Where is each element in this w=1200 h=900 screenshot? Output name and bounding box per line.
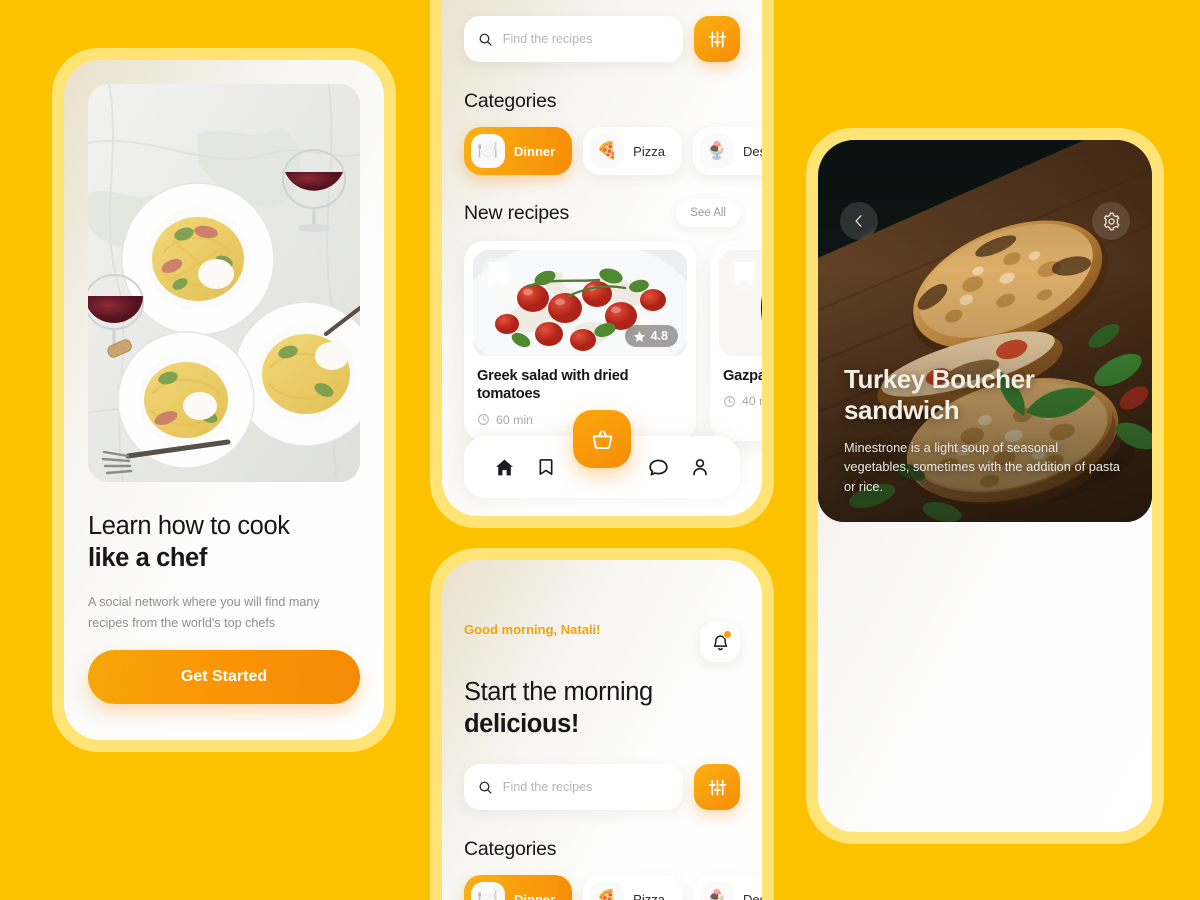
notification-badge-dot	[723, 630, 732, 639]
home-search-box[interactable]	[464, 16, 683, 62]
bookmark-icon	[734, 262, 754, 286]
recipe-time-value: 60 min	[496, 412, 533, 427]
dessert-emoji-icon: 🍨	[699, 134, 734, 168]
recipe-rating-value: 4.8	[650, 329, 668, 343]
bookmark-button[interactable]	[482, 258, 514, 290]
onboarding-subtitle: A social network where you will find man…	[88, 595, 320, 630]
sliders-filter-icon	[708, 31, 726, 47]
detail-hero: Turkey Boucher sandwich Minestrone is a …	[818, 140, 1152, 522]
onboarding-title: Learn how to cook like a chef	[88, 510, 360, 574]
category-chip-pizza[interactable]: 🍕 Pizza	[583, 875, 682, 900]
person-icon	[693, 459, 707, 476]
greeting-categories-row: 🍽️ Dinner 🍕 Pizza 🍨 Dessert	[464, 875, 762, 900]
detail-recipe-title: Turkey Boucher sandwich	[844, 364, 1035, 426]
category-label: Dinner	[514, 891, 556, 900]
fab-basket-button[interactable]	[573, 410, 631, 468]
onboarding-hero-photo	[88, 84, 360, 482]
home-see-all-button[interactable]: See All	[676, 199, 740, 227]
bookmark-button[interactable]	[728, 258, 760, 290]
recipe-detail-screen: Turkey Boucher sandwich Minestrone is a …	[818, 140, 1152, 832]
bookmark-icon	[488, 262, 508, 286]
home-screen: Categories 🍽️ Dinner 🍕 Pizza 🍨 Dessert N…	[442, 0, 762, 516]
nav-home-button[interactable]	[490, 453, 519, 482]
onboarding-title-line2: like a chef	[88, 544, 207, 573]
greeting-hello-text: Good morning, Natali!	[464, 622, 601, 637]
search-icon	[479, 781, 492, 794]
onboarding-screen: Learn how to cook like a chef A social n…	[64, 60, 384, 740]
recipe-photo	[719, 250, 762, 356]
recipe-name: Gazpacho	[723, 368, 762, 384]
onboarding-title-line1: Learn how to cook	[88, 512, 290, 540]
category-label: Dessert	[742, 891, 762, 900]
get-started-button[interactable]: Get Started	[88, 650, 360, 704]
home-icon	[496, 459, 513, 475]
category-chip-dinner[interactable]: 🍽️ Dinner	[464, 875, 573, 900]
recipe-time-value: 40 min	[742, 394, 762, 409]
clock-icon	[478, 414, 489, 426]
gear-icon	[1103, 212, 1119, 230]
greeting-search-row	[464, 764, 740, 811]
bookmark-icon	[539, 459, 553, 475]
recipe-card[interactable]: 4.8 Greek salad with dried tomatoes 60 m…	[464, 241, 696, 441]
chat-bubble-icon	[649, 459, 668, 476]
nav-saved-button[interactable]	[532, 453, 560, 481]
greeting-title-line2: delicious!	[464, 710, 580, 739]
category-chip-dessert[interactable]: 🍨 Dessert	[692, 875, 762, 900]
recipe-photo: 4.8	[473, 250, 687, 356]
home-new-recipes-header: New recipes See All	[464, 199, 740, 227]
search-icon	[479, 33, 492, 46]
greeting-filter-button[interactable]	[694, 764, 740, 811]
notifications-button[interactable]	[700, 622, 740, 662]
chevron-left-icon	[855, 215, 862, 227]
detail-settings-button[interactable]	[1092, 202, 1130, 240]
category-label: Pizza	[633, 891, 665, 900]
category-label: Dinner	[514, 143, 556, 159]
clock-icon	[724, 395, 735, 407]
pizza-emoji-icon: 🍕	[590, 882, 625, 900]
recipe-card[interactable]: Gazpacho 40 min	[710, 241, 762, 441]
category-label: Pizza	[633, 143, 665, 159]
sliders-filter-icon	[708, 779, 726, 796]
star-icon	[633, 330, 645, 342]
pizza-emoji-icon: 🍕	[590, 134, 625, 168]
greeting-categories-title: Categories	[464, 838, 557, 861]
greeting-search-input[interactable]	[502, 780, 669, 795]
dessert-emoji-icon: 🍨	[699, 882, 734, 900]
greeting-title-line1: Start the morning	[464, 678, 653, 706]
dinner-emoji-icon: 🍽️	[471, 882, 505, 900]
detail-recipe-description: Minestrone is a light soup of seasonal v…	[844, 439, 1121, 494]
home-categories-title: Categories	[464, 90, 557, 112]
home-categories-row: 🍽️ Dinner 🍕 Pizza 🍨 Dessert	[464, 127, 762, 175]
dinner-emoji-icon: 🍽️	[471, 134, 505, 168]
category-chip-pizza[interactable]: 🍕 Pizza	[583, 127, 682, 175]
home-new-recipes-title: New recipes	[464, 201, 570, 224]
home-search-input[interactable]	[502, 32, 669, 46]
category-chip-dinner[interactable]: 🍽️ Dinner	[464, 127, 573, 175]
greeting-title: Start the morning delicious!	[464, 676, 740, 740]
nav-profile-button[interactable]	[686, 453, 714, 481]
greeting-search-box[interactable]	[464, 764, 683, 811]
nav-chat-button[interactable]	[644, 453, 673, 482]
home-search-row	[464, 0, 740, 62]
home-filter-button[interactable]	[694, 16, 740, 62]
recipe-time: 40 min	[723, 394, 762, 408]
greeting-screen: Good morning, Natali! Start the morning …	[442, 560, 762, 900]
greeting-header: Good morning, Natali!	[464, 560, 740, 662]
category-label: Dessert	[742, 143, 762, 159]
detail-back-button[interactable]	[840, 202, 878, 240]
recipe-name: Greek salad with dried tomatoes	[477, 368, 629, 403]
category-chip-dessert[interactable]: 🍨 Dessert	[692, 127, 762, 175]
basket-icon	[592, 429, 612, 449]
detail-hero-text: Turkey Boucher sandwich Minestrone is a …	[844, 364, 1130, 496]
recipe-rating-badge: 4.8	[624, 325, 678, 347]
